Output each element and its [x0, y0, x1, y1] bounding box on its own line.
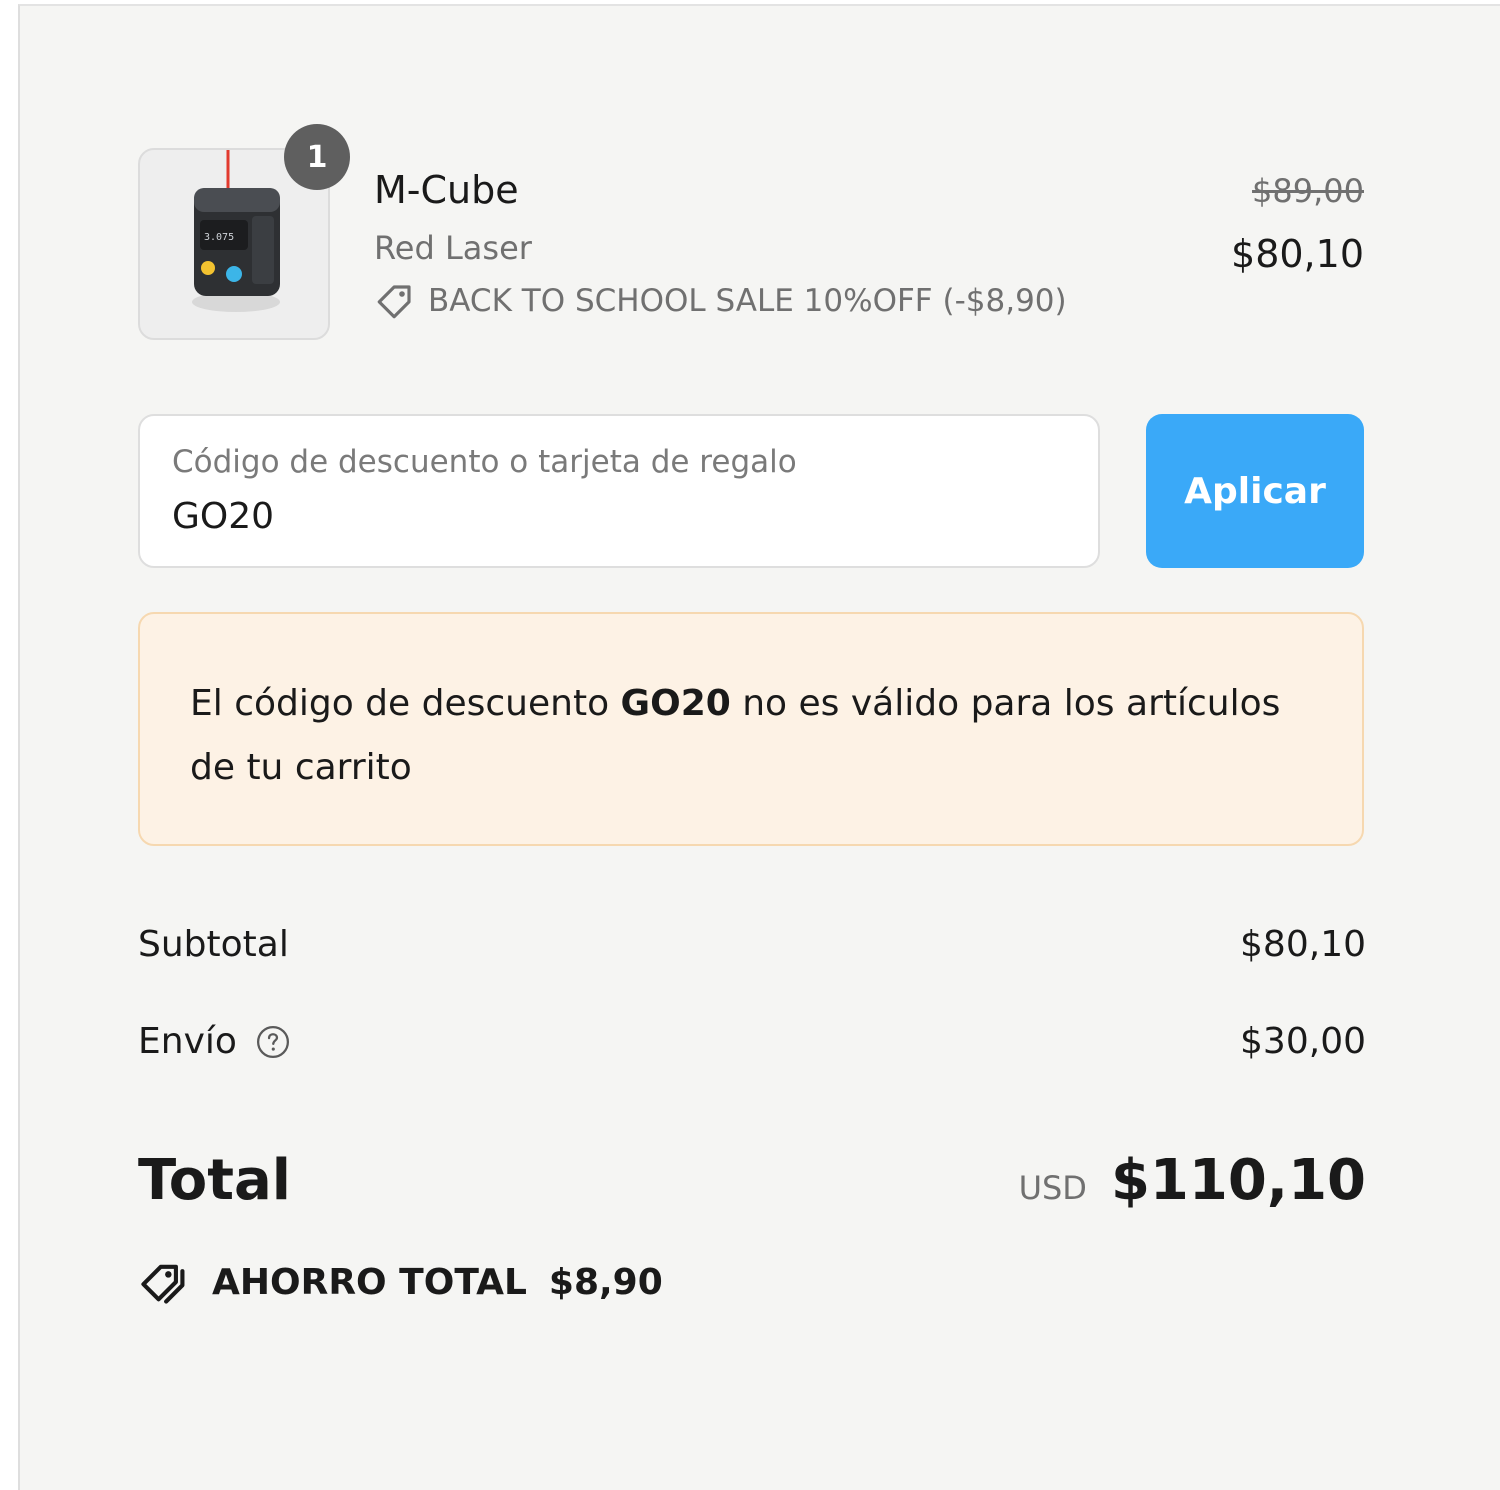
discount-code-input[interactable]: [172, 496, 1052, 537]
product-name: M-Cube: [374, 168, 519, 212]
apply-button[interactable]: Aplicar: [1146, 414, 1364, 568]
total-label: Total: [138, 1148, 291, 1213]
shipping-label: Envío: [138, 1021, 237, 1062]
savings-value: $8,90: [548, 1261, 663, 1303]
quantity-badge: 1: [284, 124, 350, 190]
item-discount: BACK TO SCHOOL SALE 10%OFF (-$8,90): [374, 280, 1067, 322]
tag-icon: [377, 285, 411, 319]
total-value: $110,10: [1110, 1148, 1366, 1213]
discount-code-field[interactable]: Código de descuento o tarjeta de regalo: [138, 414, 1100, 568]
help-icon[interactable]: [256, 1025, 290, 1059]
alert-code: GO20: [620, 683, 731, 724]
currency-code: USD: [1018, 1169, 1087, 1207]
tags-icon: [141, 1264, 185, 1304]
shipping-value: $30,00: [1240, 1021, 1366, 1062]
original-price: $89,00: [1252, 172, 1364, 210]
total-savings: AHORRO TOTAL $8,90: [138, 1256, 663, 1308]
discount-text: BACK TO SCHOOL SALE 10%OFF (-$8,90): [428, 283, 1067, 319]
subtotal-value: $80,10: [1240, 924, 1366, 965]
subtotal-label: Subtotal: [138, 924, 289, 965]
savings-label: AHORRO TOTAL: [212, 1261, 527, 1303]
final-price: $80,10: [1231, 232, 1364, 276]
discount-code-label: Código de descuento o tarjeta de regalo: [172, 444, 797, 480]
product-variant: Red Laser: [374, 229, 532, 267]
invalid-code-alert: El código de descuento GO20 no es válido…: [138, 612, 1364, 846]
svg-text:3.075: 3.075: [204, 232, 234, 243]
total-amount: USD $110,10: [1019, 1148, 1366, 1213]
alert-prefix: El código de descuento: [190, 683, 621, 724]
